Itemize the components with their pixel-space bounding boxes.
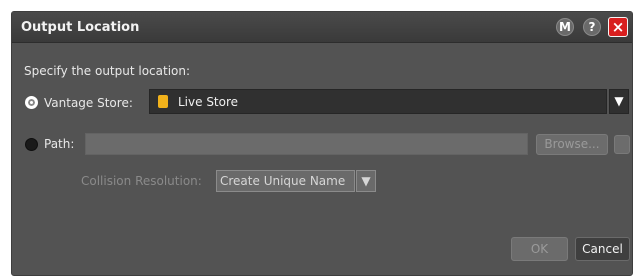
path-label: Path: xyxy=(44,137,75,151)
output-location-dialog: Output Location M ? × Specify the output… xyxy=(11,11,633,276)
vantage-store-dropdown-button[interactable]: ▼ xyxy=(609,89,629,114)
path-input[interactable] xyxy=(85,133,528,155)
collision-resolution-label: Collision Resolution: xyxy=(81,174,202,188)
chevron-down-icon: ▼ xyxy=(361,174,371,188)
cancel-button[interactable]: Cancel xyxy=(575,237,630,261)
ok-button[interactable]: OK xyxy=(511,237,568,261)
vantage-store-radio[interactable] xyxy=(25,96,38,109)
title-bar: Output Location M ? × xyxy=(12,12,632,43)
close-button[interactable]: × xyxy=(608,17,628,37)
store-icon xyxy=(158,95,168,108)
vantage-store-value: Live Store xyxy=(178,95,239,109)
chevron-down-icon: ▼ xyxy=(614,94,624,108)
path-options-button[interactable] xyxy=(614,135,630,154)
collision-resolution-select[interactable]: Create Unique Name xyxy=(216,170,355,192)
help-button[interactable]: ? xyxy=(583,18,601,36)
vantage-store-select[interactable]: Live Store xyxy=(149,89,607,114)
dialog-title: Output Location xyxy=(21,20,140,35)
collision-resolution-dropdown-button[interactable]: ▼ xyxy=(356,170,376,192)
instruction-text: Specify the output location: xyxy=(24,64,191,78)
path-radio[interactable] xyxy=(25,138,38,151)
browse-button[interactable]: Browse... xyxy=(536,134,608,155)
vantage-store-label: Vantage Store: xyxy=(44,96,133,110)
m-button[interactable]: M xyxy=(556,18,574,36)
